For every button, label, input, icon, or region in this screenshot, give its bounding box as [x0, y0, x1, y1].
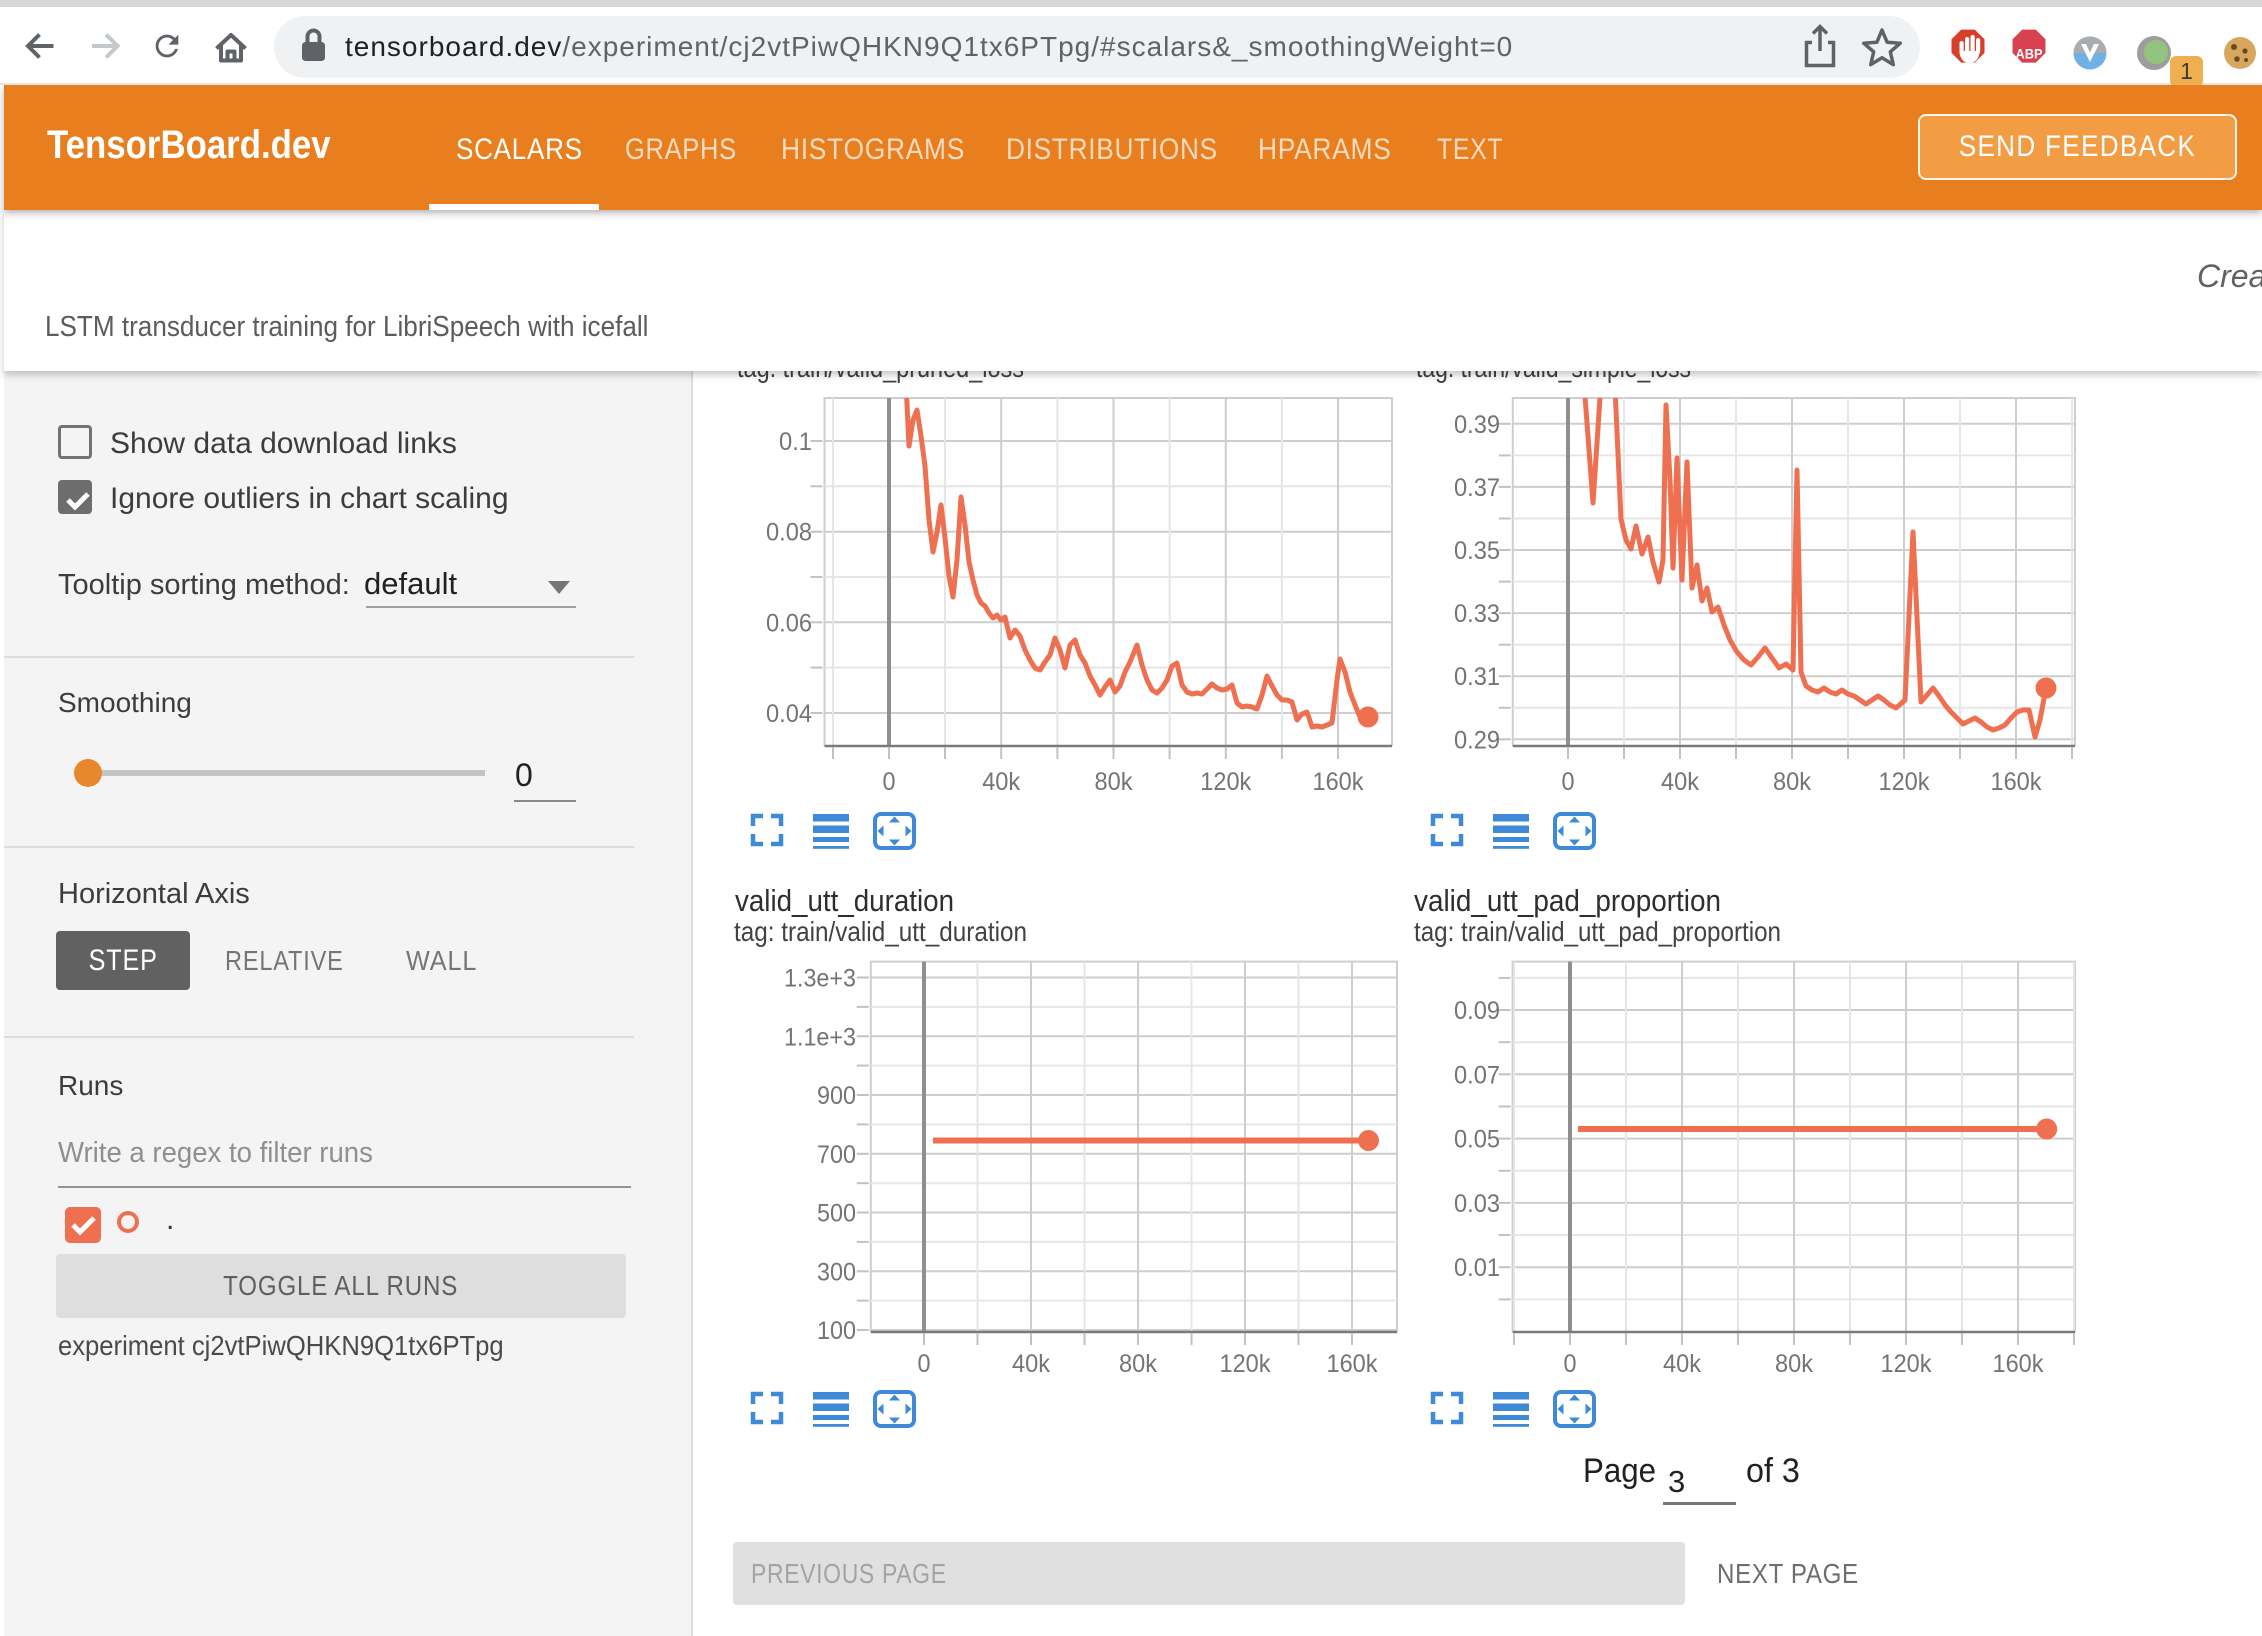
- svg-text:160k: 160k: [1993, 1350, 2044, 1378]
- svg-text:40k: 40k: [1012, 1350, 1050, 1378]
- svg-text:1.3e+3: 1.3e+3: [784, 965, 856, 993]
- svg-text:1: 1: [2180, 58, 2193, 84]
- svg-text:tag: train/valid_utt_duration: tag: train/valid_utt_duration: [734, 916, 1027, 947]
- svg-text:0.31: 0.31: [1454, 663, 1500, 691]
- svg-text:40k: 40k: [982, 768, 1020, 796]
- svg-text:0.03: 0.03: [1454, 1190, 1500, 1218]
- svg-text:120k: 120k: [1881, 1350, 1932, 1378]
- svg-text:0.37: 0.37: [1454, 474, 1500, 502]
- svg-text:0.08: 0.08: [766, 519, 812, 547]
- svg-text:0: 0: [1562, 768, 1575, 796]
- svg-text:ABP: ABP: [2016, 46, 2043, 62]
- svg-text:700: 700: [817, 1141, 856, 1169]
- svg-text:900: 900: [817, 1082, 856, 1110]
- svg-text:40k: 40k: [1661, 768, 1699, 796]
- svg-text:120k: 120k: [1879, 768, 1930, 796]
- svg-text:300: 300: [817, 1258, 856, 1286]
- svg-text:80k: 80k: [1773, 768, 1811, 796]
- svg-text:80k: 80k: [1119, 1350, 1157, 1378]
- svg-text:tag: train/valid_utt_pad_propo: tag: train/valid_utt_pad_proportion: [1414, 916, 1781, 947]
- svg-text:0.04: 0.04: [766, 700, 812, 728]
- svg-text:120k: 120k: [1200, 768, 1251, 796]
- svg-text:0.35: 0.35: [1454, 537, 1500, 565]
- svg-text:160k: 160k: [1991, 768, 2042, 796]
- svg-text:1.1e+3: 1.1e+3: [784, 1023, 856, 1051]
- svg-text:0.33: 0.33: [1454, 600, 1500, 628]
- svg-text:120k: 120k: [1220, 1350, 1271, 1378]
- svg-text:0.07: 0.07: [1454, 1061, 1500, 1089]
- svg-text:500: 500: [817, 1200, 856, 1228]
- svg-text:0.1: 0.1: [779, 428, 812, 456]
- svg-text:0.39: 0.39: [1454, 411, 1500, 439]
- svg-text:0.06: 0.06: [766, 609, 812, 637]
- svg-text:valid_utt_duration: valid_utt_duration: [735, 883, 954, 918]
- svg-text:0.01: 0.01: [1454, 1254, 1500, 1282]
- svg-text:40k: 40k: [1663, 1350, 1701, 1378]
- svg-text:0: 0: [918, 1350, 931, 1378]
- svg-text:80k: 80k: [1095, 768, 1133, 796]
- svg-text:160k: 160k: [1327, 1350, 1378, 1378]
- svg-text:0: 0: [883, 768, 896, 796]
- svg-text:0.09: 0.09: [1454, 997, 1500, 1025]
- svg-text:80k: 80k: [1775, 1350, 1813, 1378]
- svg-text:160k: 160k: [1313, 768, 1364, 796]
- svg-text:0: 0: [1564, 1350, 1577, 1378]
- svg-text:100: 100: [817, 1317, 856, 1345]
- svg-text:0.05: 0.05: [1454, 1126, 1500, 1154]
- svg-text:0.29: 0.29: [1454, 726, 1500, 754]
- svg-text:valid_utt_pad_proportion: valid_utt_pad_proportion: [1414, 883, 1721, 918]
